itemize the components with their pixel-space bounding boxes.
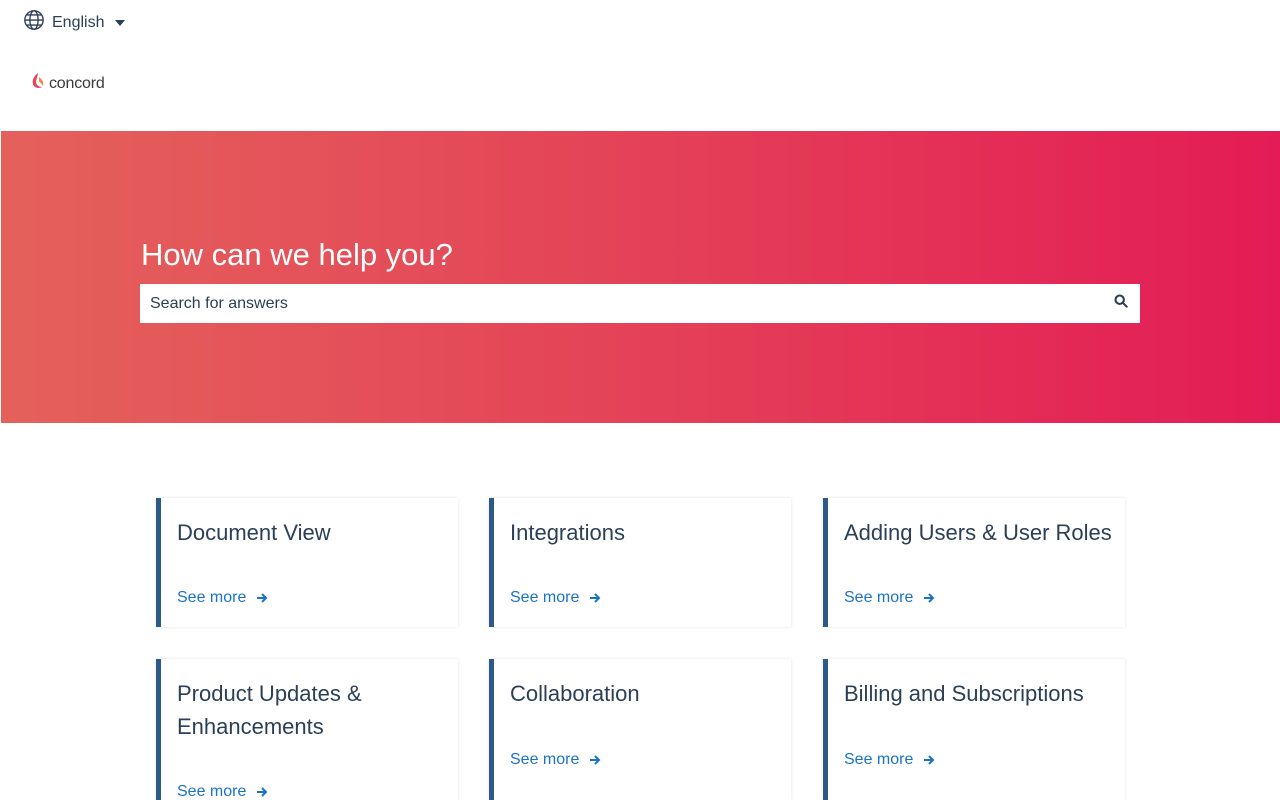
language-label: English	[52, 13, 105, 31]
category-card-collaboration[interactable]: Collaboration See more	[489, 659, 791, 800]
arrow-right-icon	[257, 787, 268, 797]
card-title: Collaboration	[510, 681, 640, 706]
see-more-label: See more	[844, 751, 914, 768]
arrow-right-icon	[590, 593, 601, 603]
globe-icon	[23, 9, 45, 36]
arrow-right-icon	[590, 755, 601, 765]
search-button[interactable]	[1102, 284, 1140, 323]
card-title: Adding Users & User Roles	[844, 520, 1112, 545]
card-title: Product Updates & Enhancements	[177, 681, 362, 739]
search-bar	[140, 284, 1140, 323]
category-card-adding-users[interactable]: Adding Users & User Roles See more	[823, 498, 1125, 627]
search-icon	[1114, 294, 1128, 313]
category-card-document-view[interactable]: Document View See more	[156, 498, 458, 627]
hero-banner: How can we help you?	[1, 131, 1280, 423]
search-input[interactable]	[140, 284, 1102, 323]
see-more-label: See more	[844, 589, 914, 606]
category-card-billing[interactable]: Billing and Subscriptions See more	[823, 659, 1125, 800]
caret-down-icon	[115, 19, 126, 26]
see-more-link[interactable]: See more	[844, 589, 935, 607]
see-more-label: See more	[510, 751, 580, 768]
see-more-link[interactable]: See more	[177, 783, 268, 800]
language-selector[interactable]: English	[23, 9, 126, 36]
card-title: Integrations	[510, 520, 625, 545]
logo-text: concord	[49, 74, 105, 92]
category-card-product-updates[interactable]: Product Updates & Enhancements See more	[156, 659, 458, 800]
see-more-link[interactable]: See more	[177, 589, 268, 607]
card-title: Billing and Subscriptions	[844, 681, 1084, 706]
see-more-label: See more	[510, 589, 580, 606]
concord-mark-icon	[31, 72, 45, 95]
category-card-integrations[interactable]: Integrations See more	[489, 498, 791, 627]
see-more-link[interactable]: See more	[510, 751, 601, 769]
arrow-right-icon	[924, 593, 935, 603]
concord-logo[interactable]: concord	[31, 72, 105, 95]
hero-title: How can we help you?	[141, 237, 453, 272]
card-title: Document View	[177, 520, 331, 545]
see-more-label: See more	[177, 589, 247, 606]
see-more-label: See more	[177, 783, 247, 800]
see-more-link[interactable]: See more	[510, 589, 601, 607]
see-more-link[interactable]: See more	[844, 751, 935, 769]
arrow-right-icon	[257, 593, 268, 603]
arrow-right-icon	[924, 755, 935, 765]
